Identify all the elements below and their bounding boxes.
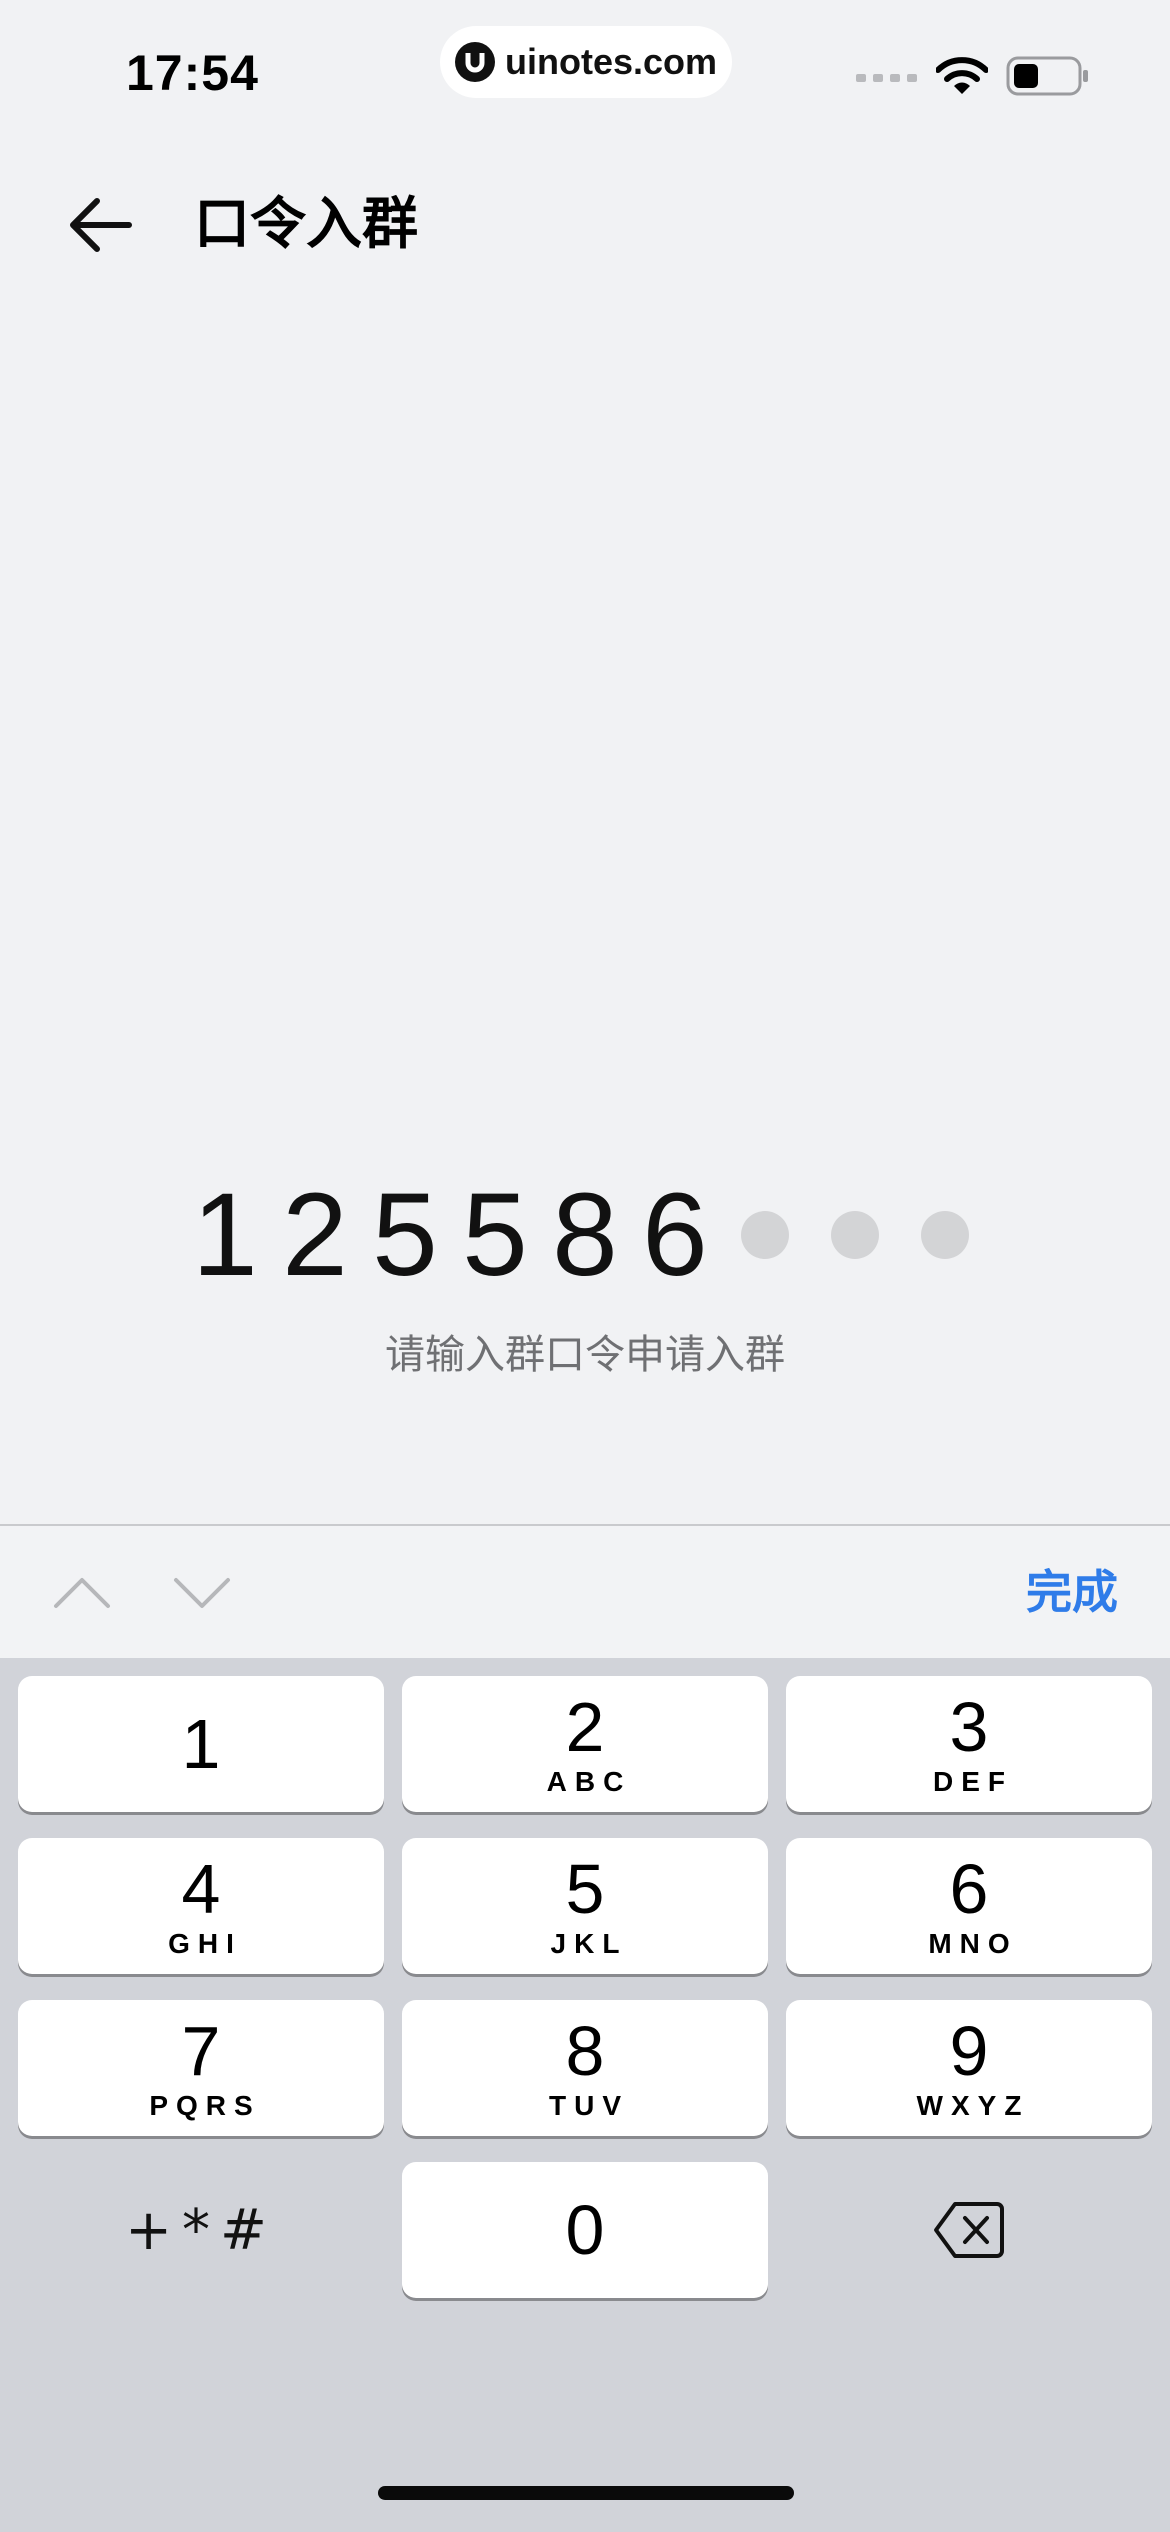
keyboard-accessory-bar: 完成 [0, 1524, 1170, 1660]
code-digit: 6 [642, 1169, 708, 1301]
key-number: 5 [565, 1850, 605, 1928]
previous-field-button[interactable] [42, 1560, 122, 1624]
site-logo-icon [454, 42, 495, 82]
code-empty-slot [900, 1211, 990, 1259]
key-8[interactable]: 8 TUV [402, 2000, 768, 2136]
home-indicator [378, 2486, 794, 2500]
key-letters: GHI [168, 1928, 242, 1959]
key-9[interactable]: 9 WXYZ [786, 2000, 1152, 2136]
key-number: 8 [565, 2012, 605, 2090]
key-letters: MNO [928, 1928, 1018, 1959]
code-hint: 请输入群口令申请入群 [385, 1332, 785, 1378]
key-letters: ABC [546, 1766, 632, 1797]
key-5[interactable]: 5 JKL [402, 1838, 768, 1974]
battery-icon [1006, 56, 1090, 100]
key-number: 7 [181, 2012, 221, 2090]
key-2[interactable]: 2 ABC [402, 1676, 768, 1812]
symbols-label: +*# [125, 2197, 277, 2263]
signal-icon [856, 69, 918, 88]
numeric-keypad: 1 2 ABC 3 DEF 4 GHI 5 JKL 6 MNO 7 PQRS 8… [0, 1658, 1170, 2532]
code-empty-slot [720, 1211, 810, 1259]
key-6[interactable]: 6 MNO [786, 1838, 1152, 1974]
code-empty-slot [810, 1211, 900, 1259]
key-0[interactable]: 0 [402, 2162, 768, 2298]
url-text: uinotes.com [504, 41, 718, 82]
code-digit: 5 [462, 1169, 528, 1301]
delete-key[interactable] [786, 2162, 1152, 2298]
key-number: 1 [181, 1705, 221, 1783]
key-7[interactable]: 7 PQRS [18, 2000, 384, 2136]
key-4[interactable]: 4 GHI [18, 1838, 384, 1974]
key-number: 9 [949, 2012, 989, 2090]
status-bar: 17:54 uinotes.com [0, 0, 1170, 140]
key-letters: JKL [550, 1928, 628, 1959]
key-number: 2 [565, 1688, 605, 1766]
next-field-button[interactable] [162, 1560, 242, 1624]
chevron-down-icon [174, 1578, 230, 1608]
back-arrow-icon [70, 198, 132, 252]
chevron-up-icon [54, 1578, 110, 1608]
code-input[interactable]: 1 2 5 5 8 6 [0, 1170, 1170, 1300]
wifi-icon [935, 56, 989, 100]
status-time: 17:54 [126, 45, 259, 101]
status-icons [856, 56, 1090, 100]
code-digit: 5 [372, 1169, 438, 1301]
symbols-key[interactable]: +*# [18, 2162, 384, 2298]
backspace-icon [934, 2202, 1004, 2258]
key-letters: WXYZ [916, 2090, 1030, 2121]
key-number: 6 [949, 1850, 989, 1928]
key-1[interactable]: 1 [18, 1676, 384, 1812]
code-digit: 2 [282, 1169, 348, 1301]
key-3[interactable]: 3 DEF [786, 1676, 1152, 1812]
url-pill[interactable]: uinotes.com [440, 26, 732, 98]
back-button[interactable] [60, 190, 140, 260]
code-digit: 1 [192, 1169, 258, 1301]
code-digit: 8 [552, 1169, 618, 1301]
page-title: 口令入群 [194, 192, 418, 257]
key-letters: PQRS [149, 2090, 261, 2121]
key-number: 0 [565, 2191, 605, 2269]
key-number: 4 [181, 1850, 221, 1928]
key-letters: TUV [549, 2090, 629, 2121]
nav-bar: 口令入群 [0, 170, 1170, 280]
key-number: 3 [949, 1688, 989, 1766]
done-button[interactable]: 完成 [1026, 1560, 1118, 1624]
key-letters: DEF [933, 1766, 1013, 1797]
